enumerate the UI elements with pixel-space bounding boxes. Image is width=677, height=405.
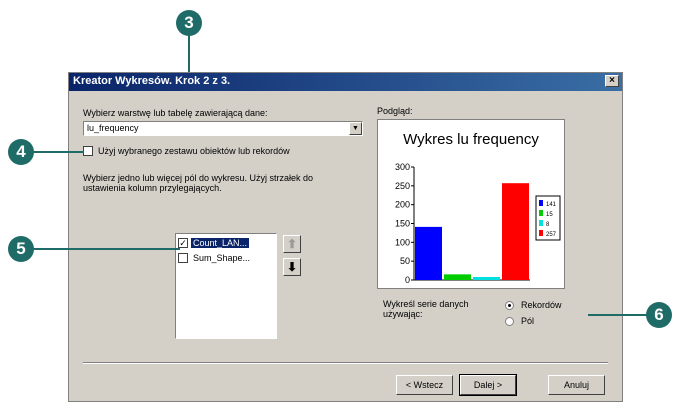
fields-instructions-2: ustawienia kolumn przylegających. <box>83 183 222 193</box>
use-selected-checkbox[interactable] <box>83 146 93 156</box>
callout-3: 3 <box>176 10 202 36</box>
field-checkbox-checked[interactable]: ✓ <box>178 237 188 248</box>
dialog-title: Kreator Wykresów. Krok 2 z 3. <box>73 75 231 87</box>
callout-6: 6 <box>646 302 672 328</box>
arrow-up-icon: ⬆ <box>286 237 298 251</box>
move-up-button[interactable]: ⬆ <box>283 235 301 253</box>
legend-swatch <box>539 220 543 226</box>
fields-instructions-1: Wybierz jedno lub więcej pól do wykresu.… <box>83 173 314 183</box>
chart-bar <box>444 274 471 280</box>
chart-title: Wykres lu frequency <box>403 131 539 148</box>
legend-swatch <box>539 230 543 236</box>
close-button[interactable]: × <box>605 75 619 87</box>
y-tick-label: 250 <box>395 181 410 191</box>
fields-radio[interactable] <box>505 317 514 326</box>
list-item[interactable]: ✓ Count_LAN... <box>178 236 251 249</box>
separator <box>83 362 608 364</box>
series-label-1: Wykreśl serie danych <box>383 299 469 309</box>
chart-wizard-dialog: Kreator Wykresów. Krok 2 z 3. × Wybierz … <box>68 72 623 402</box>
fields-radio-label: Pól <box>521 316 535 326</box>
legend-label: 15 <box>546 212 553 218</box>
preview-label: Podgląd: <box>377 106 413 116</box>
callout-5-line <box>30 248 180 250</box>
y-tick-label: 150 <box>395 219 410 229</box>
layer-select-value: lu_frequency <box>87 123 139 133</box>
list-item[interactable]: Sum_Shape... <box>178 252 252 264</box>
cancel-button[interactable]: Anuluj <box>548 375 605 395</box>
layer-select[interactable]: lu_frequency ▼ <box>83 121 363 136</box>
field-label: Sum_Shape... <box>193 252 251 263</box>
y-tick-label: 300 <box>395 162 410 172</box>
field-checkbox[interactable] <box>178 252 188 263</box>
legend-swatch <box>539 210 543 216</box>
y-tick-label: 100 <box>395 237 410 247</box>
legend-swatch <box>539 200 543 206</box>
callout-4: 4 <box>8 139 34 165</box>
field-label: Count_LAN... <box>189 236 251 249</box>
chart-bar <box>502 183 529 280</box>
callout-6-line <box>588 314 650 316</box>
y-tick-label: 50 <box>400 256 410 266</box>
next-button[interactable]: Dalej > <box>459 374 517 396</box>
chart-bar <box>473 276 500 280</box>
chart-svg: Wykres lu frequency 0 50 100 150 200 250 300 141… <box>395 131 561 285</box>
layer-label: Wybierz warstwę lub tabelę zawierającą d… <box>83 108 268 118</box>
chart-bar <box>415 226 442 280</box>
y-tick-label: 0 <box>405 275 410 285</box>
legend-label: 141 <box>546 202 557 208</box>
chart-preview: Wykres lu frequency 0 50 100 150 200 250 300 141… <box>377 119 565 289</box>
back-button[interactable]: < Wstecz <box>396 375 453 395</box>
series-label-2: używając: <box>383 309 423 319</box>
title-bar: Kreator Wykresów. Krok 2 z 3. × <box>69 73 622 91</box>
fields-listbox[interactable]: ✓ Count_LAN... Sum_Shape... <box>175 233 277 339</box>
legend-label: 257 <box>546 232 557 238</box>
y-tick-label: 200 <box>395 200 410 210</box>
arrow-down-icon: ⬇ <box>286 260 298 274</box>
records-radio-label: Rekordów <box>521 300 562 310</box>
callout-5: 5 <box>8 236 34 262</box>
chevron-down-icon[interactable]: ▼ <box>349 122 362 135</box>
use-selected-label: Użyj wybranego zestawu obiektów lub reko… <box>98 146 290 156</box>
callout-4-line <box>30 151 84 153</box>
records-radio[interactable] <box>505 301 514 310</box>
move-down-button[interactable]: ⬇ <box>283 258 301 276</box>
